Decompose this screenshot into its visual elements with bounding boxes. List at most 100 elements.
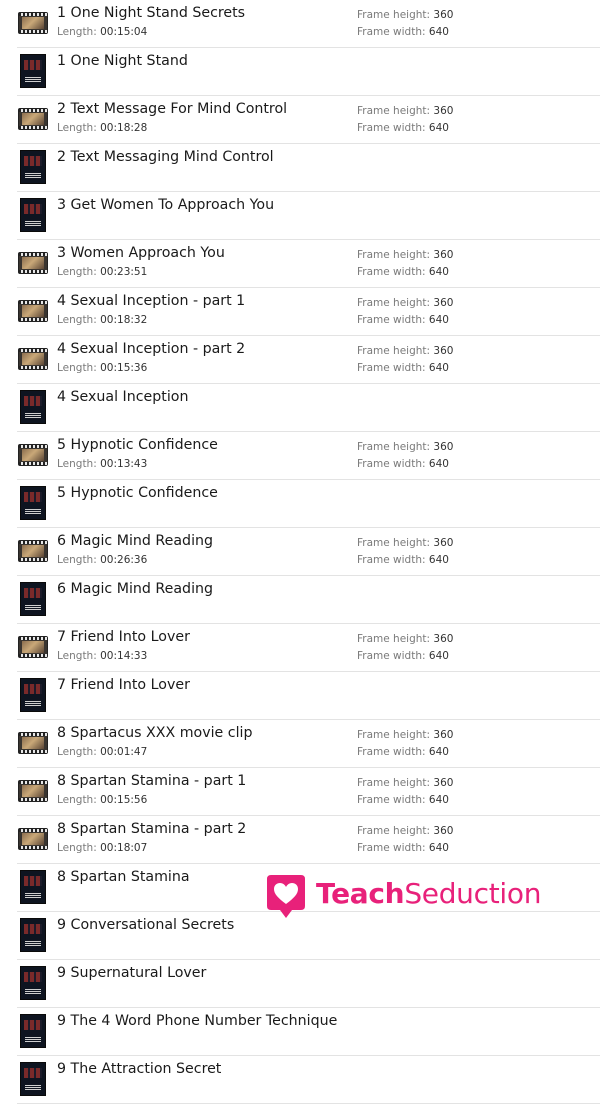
- video-thumbnail-icon: [19, 776, 47, 806]
- length-value: 00:01:47: [100, 746, 148, 758]
- list-item[interactable]: 7 Friend Into Lover Length: 00:14:33 Frame…: [17, 624, 600, 672]
- frame-height-label: Frame height:: [357, 297, 431, 309]
- frame-width-label: Frame width:: [357, 362, 426, 374]
- document-thumbnail-icon: [19, 487, 47, 519]
- item-title: 4 Sexual Inception: [57, 389, 189, 405]
- item-frame-width: Frame width: 640: [357, 650, 449, 662]
- frame-height-label: Frame height:: [357, 345, 431, 357]
- list-item[interactable]: 5 Hypnotic Confidence Length: 00:13:43 Fra…: [17, 432, 600, 480]
- length-label: Length:: [57, 794, 97, 806]
- item-title: 4 Sexual Inception - part 2: [57, 341, 246, 357]
- heart-chat-icon: [267, 875, 305, 918]
- frame-height-value: 360: [433, 249, 454, 261]
- frame-height-value: 360: [433, 777, 454, 789]
- item-length: Length: 00:01:47: [57, 746, 147, 758]
- video-thumbnail-icon: [19, 296, 47, 326]
- document-thumbnail-icon: [19, 199, 47, 231]
- frame-width-value: 640: [428, 842, 449, 854]
- item-title: 8 Spartan Stamina - part 2: [57, 821, 247, 837]
- list-item[interactable]: 8 Spartan Stamina - part 1 Length: 00:15:…: [17, 768, 600, 816]
- length-value: 00:18:07: [100, 842, 148, 854]
- frame-width-label: Frame width:: [357, 842, 426, 854]
- frame-width-value: 640: [428, 314, 449, 326]
- item-frame-height: Frame height: 360: [357, 345, 453, 357]
- video-thumbnail-icon: [19, 824, 47, 854]
- frame-height-value: 360: [433, 729, 454, 741]
- list-item[interactable]: 7 Friend Into Lover: [17, 672, 600, 720]
- length-value: 00:18:32: [100, 314, 148, 326]
- list-item[interactable]: 4 Sexual Inception - part 1 Length: 00:18…: [17, 288, 600, 336]
- list-item[interactable]: 2 Text Message For Mind Control Length: 0…: [17, 96, 600, 144]
- item-length: Length: 00:18:28: [57, 122, 147, 134]
- item-title: 2 Text Message For Mind Control: [57, 101, 288, 117]
- list-item[interactable]: 3 Get Women To Approach You: [17, 192, 600, 240]
- item-title: 9 The Attraction Secret: [57, 1061, 222, 1077]
- item-title: 1 One Night Stand: [57, 53, 188, 69]
- item-title: 1 One Night Stand Secrets: [57, 5, 246, 21]
- frame-width-value: 640: [428, 554, 449, 566]
- length-value: 00:13:43: [100, 458, 148, 470]
- list-item[interactable]: 5 Hypnotic Confidence: [17, 480, 600, 528]
- list-item[interactable]: 1 One Night Stand Secrets Length: 00:15:0…: [17, 0, 600, 48]
- video-thumbnail-icon: [19, 248, 47, 278]
- frame-height-value: 360: [433, 633, 454, 645]
- list-item[interactable]: 6 Magic Mind Reading Length: 00:26:36 Fram…: [17, 528, 600, 576]
- item-title: 4 Sexual Inception - part 1: [57, 293, 246, 309]
- item-length: Length: 00:26:36: [57, 554, 147, 566]
- item-title: 2 Text Messaging Mind Control: [57, 149, 274, 165]
- frame-height-label: Frame height:: [357, 825, 431, 837]
- item-frame-width: Frame width: 640: [357, 266, 449, 278]
- frame-width-label: Frame width:: [357, 794, 426, 806]
- list-item[interactable]: 9 The 4 Word Phone Number Technique: [17, 1008, 600, 1056]
- length-label: Length:: [57, 26, 97, 38]
- document-thumbnail-icon: [19, 1015, 47, 1047]
- frame-width-value: 640: [428, 122, 449, 134]
- frame-height-value: 360: [433, 825, 454, 837]
- frame-width-value: 640: [428, 362, 449, 374]
- length-label: Length:: [57, 650, 97, 662]
- list-item[interactable]: 8 Spartan Stamina - part 2 Length: 00:18:…: [17, 816, 600, 864]
- item-title: 5 Hypnotic Confidence: [57, 437, 218, 453]
- list-item[interactable]: 9 The Attraction Secret: [17, 1056, 600, 1104]
- list-item[interactable]: 2 Text Messaging Mind Control: [17, 144, 600, 192]
- item-length: Length: 00:15:04: [57, 26, 147, 38]
- video-thumbnail-icon: [19, 344, 47, 374]
- length-value: 00:14:33: [100, 650, 148, 662]
- logo-text: TeachSeduction: [316, 877, 541, 910]
- logo-text-teach: Teach: [316, 877, 405, 910]
- item-title: 6 Magic Mind Reading: [57, 533, 214, 549]
- item-length: Length: 00:18:32: [57, 314, 147, 326]
- list-item[interactable]: 8 Spartacus XXX movie clip Length: 00:01:…: [17, 720, 600, 768]
- length-label: Length:: [57, 314, 97, 326]
- teachseduction-logo: TeachSeduction: [266, 870, 541, 920]
- list-item[interactable]: 6 Magic Mind Reading: [17, 576, 600, 624]
- item-frame-height: Frame height: 360: [357, 9, 453, 21]
- item-frame-width: Frame width: 640: [357, 362, 449, 374]
- document-thumbnail-icon: [19, 583, 47, 615]
- list-item[interactable]: 1 One Night Stand: [17, 48, 600, 96]
- frame-width-label: Frame width:: [357, 458, 426, 470]
- document-thumbnail-icon: [19, 151, 47, 183]
- length-label: Length:: [57, 362, 97, 374]
- list-item[interactable]: 4 Sexual Inception - part 2 Length: 00:15…: [17, 336, 600, 384]
- item-length: Length: 00:15:36: [57, 362, 147, 374]
- document-thumbnail-icon: [19, 871, 47, 903]
- item-length: Length: 00:15:56: [57, 794, 147, 806]
- length-value: 00:15:36: [100, 362, 148, 374]
- item-frame-height: Frame height: 360: [357, 825, 453, 837]
- length-value: 00:18:28: [100, 122, 148, 134]
- frame-width-label: Frame width:: [357, 650, 426, 662]
- list-item[interactable]: 4 Sexual Inception: [17, 384, 600, 432]
- list-item[interactable]: 3 Women Approach You Length: 00:23:51 Fram…: [17, 240, 600, 288]
- frame-height-label: Frame height:: [357, 105, 431, 117]
- item-title: 8 Spartacus XXX movie clip: [57, 725, 253, 741]
- document-thumbnail-icon: [19, 55, 47, 87]
- logo-text-seduction: Seduction: [404, 877, 542, 910]
- frame-height-value: 360: [433, 441, 454, 453]
- video-thumbnail-icon: [19, 8, 47, 38]
- file-list: 1 One Night Stand Secrets Length: 00:15:0…: [0, 0, 600, 1104]
- item-frame-width: Frame width: 640: [357, 554, 449, 566]
- item-frame-width: Frame width: 640: [357, 314, 449, 326]
- frame-width-label: Frame width:: [357, 266, 426, 278]
- list-item[interactable]: 9 Supernatural Lover: [17, 960, 600, 1008]
